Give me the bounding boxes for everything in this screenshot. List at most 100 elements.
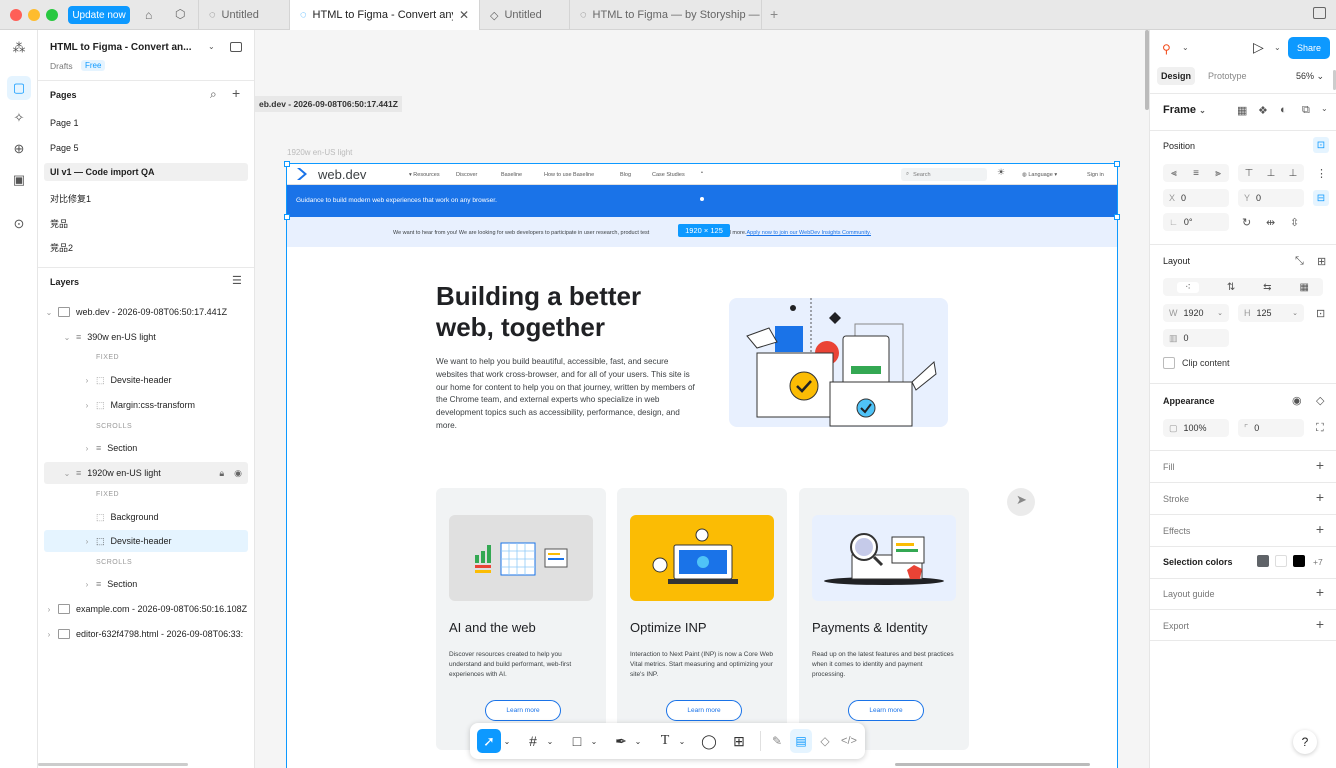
notice-link[interactable]: Apply now to join our WebDev Insights Co… bbox=[746, 230, 871, 236]
rotate-icon[interactable]: ↻ bbox=[1242, 216, 1251, 229]
chevron-down-icon[interactable]: ⌄ bbox=[1274, 43, 1281, 52]
mask-icon[interactable]: ◐ bbox=[1280, 104, 1287, 116]
theme-sun-icon[interactable]: ☀ bbox=[997, 167, 1005, 178]
page-item[interactable]: 竞品 bbox=[50, 217, 68, 230]
learn-more-button[interactable]: Learn more bbox=[485, 700, 561, 721]
nav-how-to[interactable]: How to use Baseline bbox=[544, 172, 594, 178]
align-middle-icon[interactable]: ⊥ bbox=[1267, 168, 1276, 179]
tab-untitled-2[interactable]: ◇ Untitled bbox=[480, 0, 570, 30]
tab-prototype[interactable]: Prototype bbox=[1208, 71, 1247, 81]
align-center-icon[interactable]: ≡ bbox=[1193, 168, 1199, 179]
tab-design[interactable]: Design bbox=[1157, 67, 1195, 85]
flip-horizontal-icon[interactable]: ⇹ bbox=[1266, 216, 1275, 229]
width-field[interactable]: W 1920 ⌄ bbox=[1163, 304, 1229, 322]
language-select[interactable]: ◍ Language ▾ bbox=[1022, 172, 1057, 178]
resize-handle[interactable] bbox=[284, 214, 290, 220]
page-item[interactable]: 对比修复1 bbox=[50, 192, 91, 205]
layer-row[interactable]: › ⬚ Devsite-header bbox=[44, 369, 248, 391]
layer-row[interactable]: › ⬚ Margin:css-transform bbox=[44, 394, 248, 416]
rectangle-tool-icon[interactable]: □ bbox=[566, 729, 588, 753]
layout-vertical-icon[interactable]: ⇅ bbox=[1227, 282, 1235, 293]
blend-mode-icon[interactable]: ◇ bbox=[1316, 394, 1324, 407]
frame-type-select[interactable]: Frame ⌄ bbox=[1163, 104, 1206, 116]
close-tab-icon[interactable]: ✕ bbox=[459, 8, 469, 22]
chevron-down-icon[interactable]: ⌄ bbox=[1321, 104, 1328, 113]
add-effect-icon[interactable]: + bbox=[1316, 521, 1324, 537]
sign-in-link[interactable]: Sign in bbox=[1087, 172, 1104, 178]
layer-row[interactable]: ⌄ web.dev - 2026-09-08T06:50:17.441Z bbox=[44, 301, 248, 323]
nav-resources[interactable]: ▾ Resources bbox=[409, 172, 440, 178]
text-tool-icon[interactable]: T bbox=[654, 729, 676, 753]
layer-row[interactable]: › example.com - 2026-09-08T06:50:16.108Z bbox=[44, 598, 248, 620]
color-swatch[interactable] bbox=[1257, 555, 1269, 567]
align-left-icon[interactable]: ⫷ bbox=[1171, 168, 1177, 179]
chevron-right-icon[interactable]: › bbox=[44, 605, 54, 614]
chevron-right-icon[interactable]: › bbox=[82, 376, 92, 385]
dev-mode-icon[interactable]: ⊙ bbox=[7, 212, 31, 236]
nav-case-studies[interactable]: Case Studies bbox=[652, 172, 685, 178]
component-icon[interactable]: ❖ bbox=[1258, 104, 1268, 117]
chevron-down-icon[interactable]: ⌄ bbox=[62, 333, 72, 342]
home-icon[interactable]: ⌂ bbox=[145, 8, 152, 22]
layout-horizontal-icon[interactable]: ⇆ bbox=[1263, 282, 1271, 293]
height-field[interactable]: H 125 ⌄ bbox=[1238, 304, 1304, 322]
layer-row[interactable]: › ≡ Section bbox=[44, 573, 248, 595]
chevron-down-icon[interactable]: ⌄ bbox=[62, 469, 72, 478]
webdev-frame[interactable]: web.dev ▾ Resources Discover Baseline Ho… bbox=[284, 161, 1120, 768]
lock-icon[interactable]: 🔒︎ bbox=[219, 468, 224, 479]
x-field[interactable]: X0 bbox=[1163, 189, 1229, 207]
design-mode-icon[interactable]: ▤ bbox=[790, 729, 812, 753]
design-canvas[interactable]: eb.dev - 2026-09-08T06:50:17.441Z 1920w … bbox=[255, 30, 1149, 768]
search-icon[interactable]: ⌕ bbox=[210, 87, 217, 102]
logo-text[interactable]: web.dev bbox=[318, 167, 366, 182]
distribute-icon[interactable]: ⋮ bbox=[1316, 167, 1327, 180]
add-export-icon[interactable]: + bbox=[1316, 616, 1324, 632]
constraints-icon[interactable]: ⊡ bbox=[1313, 137, 1329, 153]
rotation-field[interactable]: ∟ 0° bbox=[1163, 213, 1229, 231]
actions-tool-icon[interactable]: ⊞ bbox=[728, 729, 750, 753]
chevron-down-icon[interactable]: ⌄ bbox=[678, 729, 686, 753]
eye-icon[interactable]: ◉ bbox=[1292, 394, 1302, 407]
add-fill-icon[interactable]: + bbox=[1316, 457, 1324, 473]
resize-handle[interactable] bbox=[284, 161, 290, 167]
grid-icon[interactable]: ▦ bbox=[1237, 104, 1247, 117]
help-button[interactable]: ? bbox=[1293, 730, 1317, 754]
add-layout-guide-icon[interactable]: + bbox=[1316, 584, 1324, 600]
collapse-icon[interactable]: ⤡ bbox=[1295, 255, 1304, 268]
page-item[interactable]: 竞品2 bbox=[50, 241, 73, 254]
layer-row[interactable]: ⌄ ≡ 390w en-US light bbox=[44, 326, 248, 348]
devsite-header[interactable]: web.dev ▾ Resources Discover Baseline Ho… bbox=[287, 164, 1117, 185]
toolbox-icon[interactable]: ▣ bbox=[7, 168, 31, 192]
chevron-down-icon[interactable]: ⌄ bbox=[44, 308, 54, 317]
chevron-right-icon[interactable]: › bbox=[82, 401, 92, 410]
draw-tool-icon[interactable]: ✎ bbox=[766, 729, 788, 753]
prototype-mode-icon[interactable]: ◇ bbox=[814, 729, 836, 753]
chevron-right-icon[interactable]: › bbox=[82, 444, 92, 453]
dev-mode-code-icon[interactable]: </> bbox=[838, 729, 860, 753]
eye-icon[interactable]: ◉ bbox=[234, 468, 242, 479]
share-button[interactable]: Share bbox=[1288, 37, 1330, 59]
chevron-down-icon[interactable]: ⌄ bbox=[634, 729, 642, 753]
horizontal-scrollbar[interactable] bbox=[895, 763, 1090, 766]
chevron-down-icon[interactable]: ⌄ bbox=[590, 729, 598, 753]
chevron-down-icon[interactable]: ⌄ bbox=[1182, 43, 1189, 52]
layer-row[interactable]: › editor-632f4798.html - 2026-09-08T06:33… bbox=[44, 623, 248, 645]
frame-tool-icon[interactable]: # bbox=[522, 729, 544, 753]
pen-tool-icon[interactable]: ✒ bbox=[610, 729, 632, 753]
center-handle[interactable] bbox=[700, 197, 704, 201]
move-tool-icon[interactable]: ➚ bbox=[477, 729, 501, 753]
tab-storyship[interactable]: ◌ HTML to Figma — by Storyship — Im; bbox=[570, 0, 762, 30]
layer-row[interactable]: ⌄ ≡ 1920w en-US light 🔒︎ ◉ bbox=[44, 462, 248, 484]
more-icon[interactable]: • bbox=[701, 170, 703, 176]
color-swatch[interactable] bbox=[1275, 555, 1287, 567]
multiplayer-icon[interactable]: ⚲ bbox=[1162, 42, 1171, 56]
resize-handle[interactable] bbox=[1114, 214, 1120, 220]
zoom-select[interactable]: 56% ⌄ bbox=[1296, 71, 1324, 82]
chevron-down-icon[interactable]: ⌄ bbox=[503, 729, 511, 753]
boolean-icon[interactable]: ⧉ bbox=[1302, 104, 1310, 117]
align-bottom-icon[interactable]: ⊥ bbox=[1289, 168, 1298, 179]
learn-more-button[interactable]: Learn more bbox=[666, 700, 742, 721]
new-tab-icon[interactable]: + bbox=[770, 6, 778, 22]
minimize-window-button[interactable] bbox=[28, 9, 40, 21]
more-colors-count[interactable]: +7 bbox=[1313, 557, 1323, 567]
